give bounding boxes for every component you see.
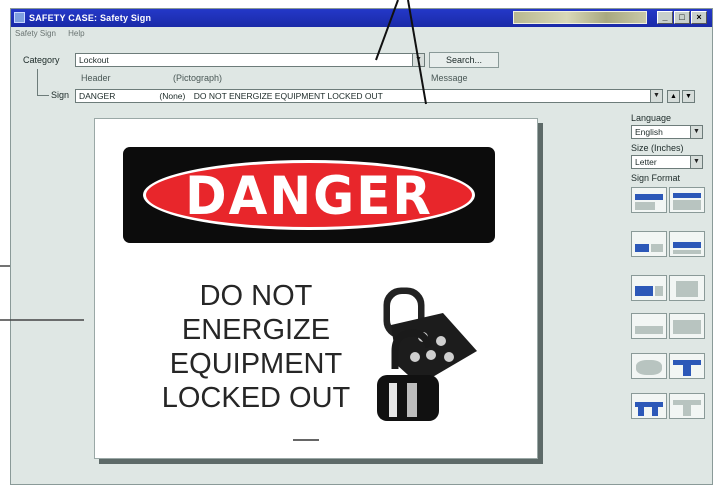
callout-lines	[0, 0, 427, 321]
